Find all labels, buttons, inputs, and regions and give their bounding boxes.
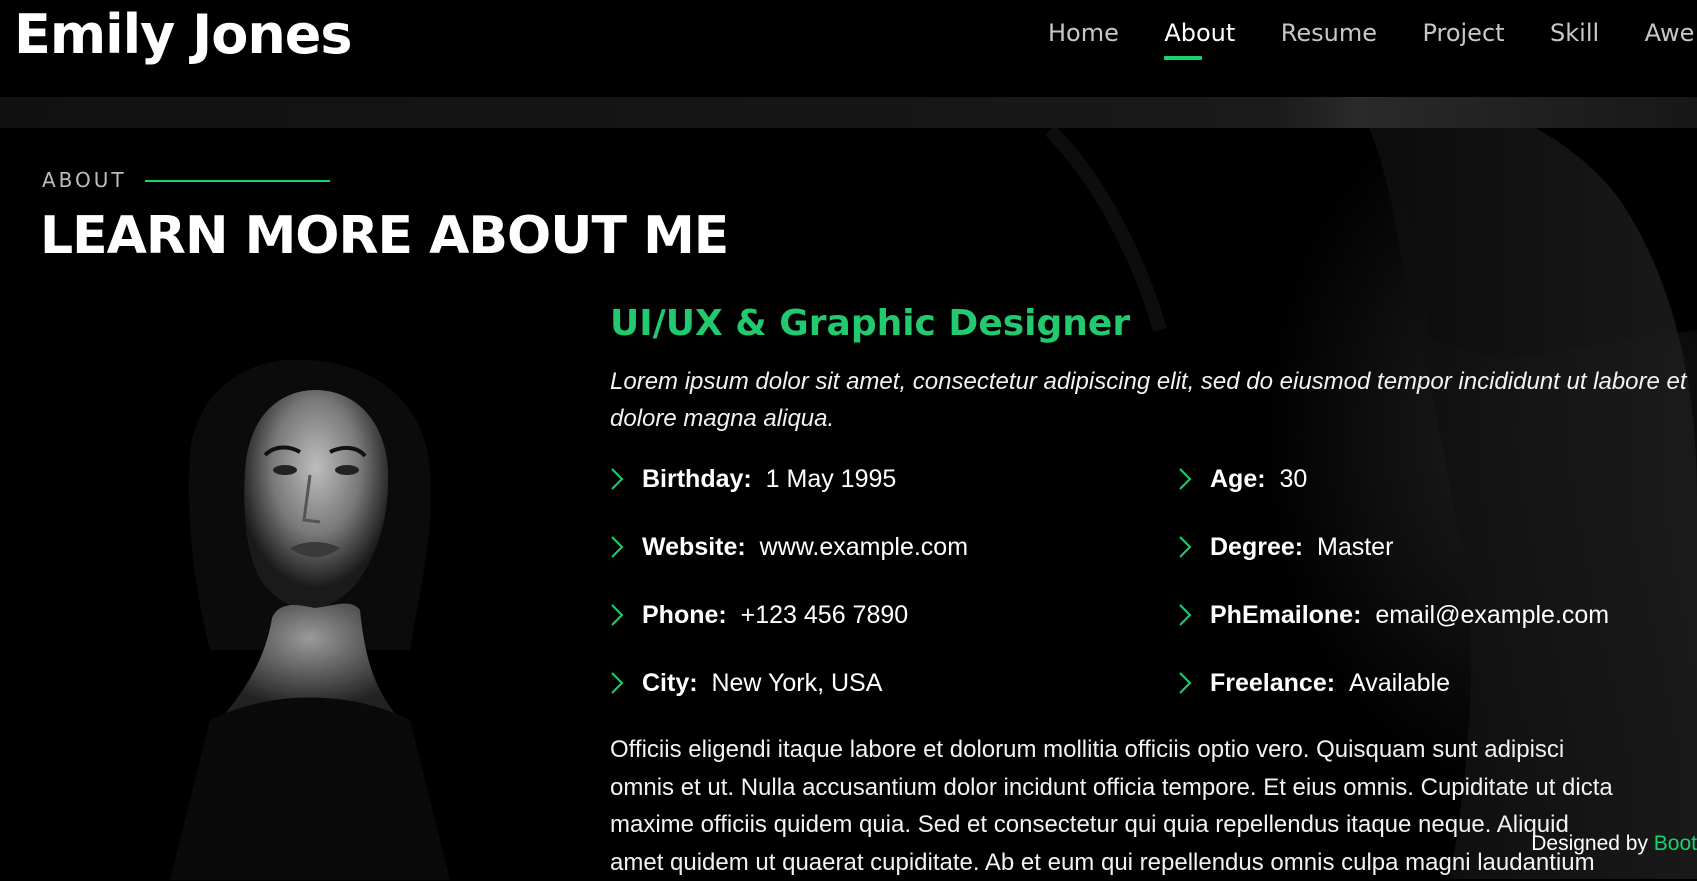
fact-value: Available: [1349, 669, 1450, 697]
chevron-right-icon: [610, 671, 624, 695]
paragraph-line: Officiis eligendi itaque labore et dolor…: [610, 731, 1697, 769]
chevron-right-icon: [610, 603, 624, 627]
footer-credits: Designed by Boot: [1531, 832, 1697, 856]
site-header: Emily Jones Home About Resume Project Sk…: [0, 0, 1697, 97]
chevron-right-icon: [1178, 671, 1192, 695]
credits-link[interactable]: Boot: [1654, 832, 1697, 855]
fact-label: Birthday: 1 May 1995: [642, 459, 896, 499]
fact-label: Age: 30: [1210, 459, 1307, 499]
credits-text: Designed by: [1531, 832, 1654, 855]
fact-value: 1 May 1995: [766, 465, 897, 493]
chevron-right-icon: [610, 467, 624, 491]
fact-label: Phone: +123 456 7890: [642, 595, 908, 635]
nav-home[interactable]: Home: [1048, 16, 1119, 50]
fact-label: City: New York, USA: [642, 663, 882, 703]
chevron-right-icon: [1178, 535, 1192, 559]
fact-label: Degree: Master: [1210, 527, 1393, 567]
main-nav: Home About Resume Project Skill Awe: [1048, 16, 1697, 50]
about-paragraph: Officiis eligendi itaque labore et dolor…: [610, 731, 1697, 881]
profile-photo: [150, 360, 470, 880]
fact-value: Master: [1317, 533, 1393, 561]
header-divider-strip: [0, 97, 1697, 128]
about-section: ABOUT LEARN MORE ABOUT ME UI/UX & Graphi…: [0, 128, 1697, 879]
fact-label: Website: www.example.com: [642, 527, 968, 567]
nav-awards[interactable]: Awe: [1645, 16, 1695, 50]
section-label-underline: [145, 180, 330, 182]
site-logo[interactable]: Emily Jones: [14, 2, 352, 68]
intro-text: Lorem ipsum dolor sit amet, consectetur …: [610, 363, 1697, 437]
nav-about[interactable]: About: [1164, 16, 1235, 50]
nav-resume[interactable]: Resume: [1281, 16, 1377, 50]
role-title: UI/UX & Graphic Designer: [610, 300, 1130, 348]
fact-value: New York, USA: [711, 669, 882, 697]
fact-value: www.example.com: [760, 533, 968, 561]
fact-value: 30: [1279, 465, 1307, 493]
nav-project[interactable]: Project: [1422, 16, 1504, 50]
section-label: ABOUT: [42, 168, 127, 192]
fact-value: +123 456 7890: [741, 601, 909, 629]
section-headline: LEARN MORE ABOUT ME: [40, 205, 728, 267]
nav-skill[interactable]: Skill: [1550, 16, 1599, 50]
fact-label: PhEmailone: email@example.com: [1210, 595, 1609, 635]
fact-label: Freelance: Available: [1210, 663, 1450, 703]
chevron-right-icon: [610, 535, 624, 559]
chevron-right-icon: [1178, 467, 1192, 491]
paragraph-line: omnis et ut. Nulla accusantium dolor inc…: [610, 769, 1697, 807]
fact-value: email@example.com: [1375, 601, 1609, 629]
chevron-right-icon: [1178, 603, 1192, 627]
